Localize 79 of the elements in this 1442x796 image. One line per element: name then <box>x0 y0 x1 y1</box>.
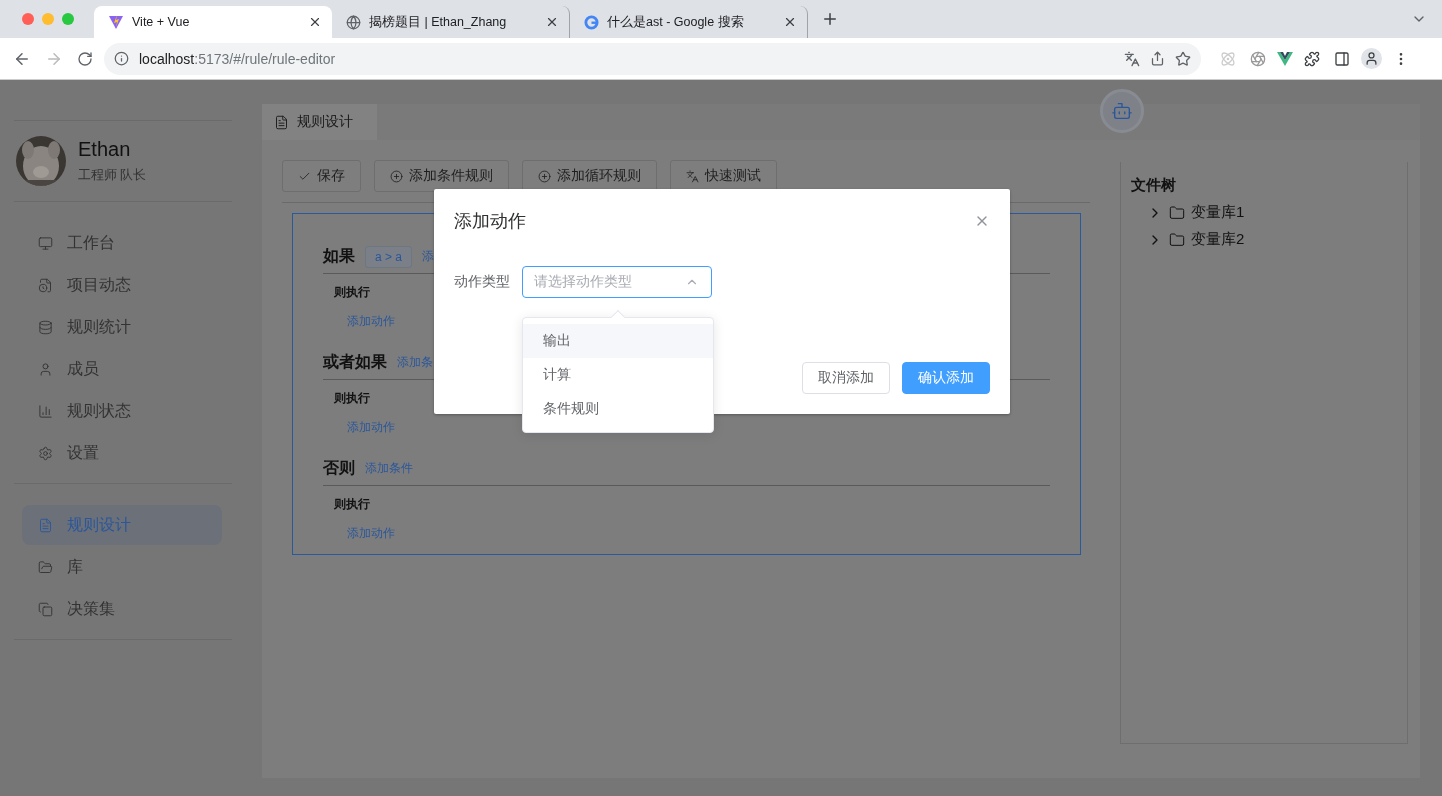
side-panel-icon[interactable] <box>1334 50 1350 67</box>
menu-item[interactable]: 库 <box>22 547 222 587</box>
address-bar[interactable]: localhost:5173/#/rule/rule-editor <box>104 42 1201 75</box>
globe-icon <box>346 14 361 30</box>
menu-item[interactable]: 项目动态 <box>22 265 222 305</box>
section-title: 否则 <box>323 458 355 478</box>
dialog-title: 添加动作 <box>454 210 526 233</box>
database-icon <box>38 319 53 335</box>
bar-chart-icon <box>38 403 53 419</box>
tab-title: 揭榜题目 | Ethan_Zhang <box>369 13 508 31</box>
dropdown-option[interactable]: 条件规则 <box>523 392 713 426</box>
menu-item[interactable]: 规则统计 <box>22 307 222 347</box>
close-icon[interactable] <box>308 15 322 29</box>
robot-icon <box>1111 100 1133 122</box>
add-action-link[interactable]: 添加动作 <box>347 314 395 328</box>
folder-icon <box>1169 231 1185 248</box>
menu-item[interactable]: 决策集 <box>22 589 222 629</box>
tree-label: 变量库1 <box>1191 203 1245 222</box>
then-label: 则执行 <box>334 390 370 407</box>
star-icon[interactable] <box>1175 50 1191 67</box>
tree-item[interactable]: 变量库2 <box>1131 230 1397 249</box>
user-role: 工程师 队长 <box>78 167 147 184</box>
copy-icon <box>38 601 53 617</box>
then-label: 则执行 <box>334 284 370 301</box>
profile-icon[interactable] <box>1364 51 1379 66</box>
tree-item[interactable]: 变量库1 <box>1131 203 1397 222</box>
tab-title: Vite + Vue <box>132 15 191 29</box>
share-icon[interactable] <box>1150 51 1165 66</box>
menu-item[interactable]: 规则状态 <box>22 391 222 431</box>
logo-icon <box>584 14 599 30</box>
translate-icon[interactable] <box>1124 50 1140 67</box>
tree-title: 文件树 <box>1131 176 1177 195</box>
select-field[interactable]: 请选择动作类型 <box>522 266 712 298</box>
close-icon[interactable] <box>783 15 797 29</box>
user-icon <box>38 361 53 377</box>
add-action-link[interactable]: 添加动作 <box>347 526 395 540</box>
tab-title: 什么是ast - Google 搜索 <box>607 13 745 31</box>
folder-icon <box>38 559 53 575</box>
new-tab-icon[interactable] <box>821 10 839 28</box>
vue-logo-icon[interactable] <box>1277 51 1293 66</box>
toolbar-button[interactable]: 快速测试 <box>670 160 777 192</box>
then-label: 则执行 <box>334 496 370 513</box>
close-icon[interactable] <box>545 15 559 29</box>
plus-circle-icon <box>390 169 403 183</box>
section-title: 如果 <box>323 246 355 266</box>
section-title: 或者如果 <box>323 352 387 372</box>
tree-label: 变量库2 <box>1191 230 1245 249</box>
menu-item[interactable]: 设置 <box>22 433 222 473</box>
dropdown-option[interactable]: 计算 <box>523 358 713 392</box>
info-icon[interactable] <box>114 51 129 66</box>
field-label: 动作类型 <box>454 273 510 291</box>
puzzle-icon[interactable] <box>1304 50 1320 67</box>
folder-icon <box>1169 204 1185 221</box>
menu-item[interactable]: 规则设计 <box>22 505 222 545</box>
dropdown-option[interactable]: 输出 <box>523 324 713 358</box>
monitor-icon <box>38 235 53 251</box>
menu-item[interactable]: 成员 <box>22 349 222 389</box>
reload-icon[interactable] <box>77 50 93 67</box>
logo-icon <box>108 14 124 30</box>
url-text: localhost:5173/#/rule/rule-editor <box>139 50 337 67</box>
add-action-link[interactable]: 添加动作 <box>347 420 395 434</box>
add-condition-link[interactable]: 添加条 <box>397 354 433 371</box>
plus-circle-icon <box>538 169 551 183</box>
document-icon <box>274 114 289 130</box>
document-icon <box>38 517 53 533</box>
confirm-button[interactable]: 确认添加 <box>902 362 990 394</box>
cancel-button[interactable]: 取消添加 <box>802 362 890 394</box>
add-condition-link[interactable]: 添加条件 <box>365 460 413 477</box>
add-condition-link[interactable]: 添 <box>422 248 435 265</box>
user-name: Ethan <box>78 138 132 161</box>
condition-tag[interactable]: a > a <box>365 245 413 268</box>
toolbar-button[interactable]: 添加循环规则 <box>522 160 657 192</box>
toolbar-button[interactable]: 保存 <box>282 160 361 192</box>
browser-tab[interactable]: Vite + Vue <box>94 6 332 38</box>
toolbar-button[interactable]: 添加条件规则 <box>374 160 509 192</box>
settings-icon <box>38 445 53 461</box>
aperture-icon[interactable] <box>1250 50 1266 67</box>
menu-item[interactable]: 工作台 <box>22 223 222 263</box>
page-tab[interactable]: 规则设计 <box>262 104 377 140</box>
